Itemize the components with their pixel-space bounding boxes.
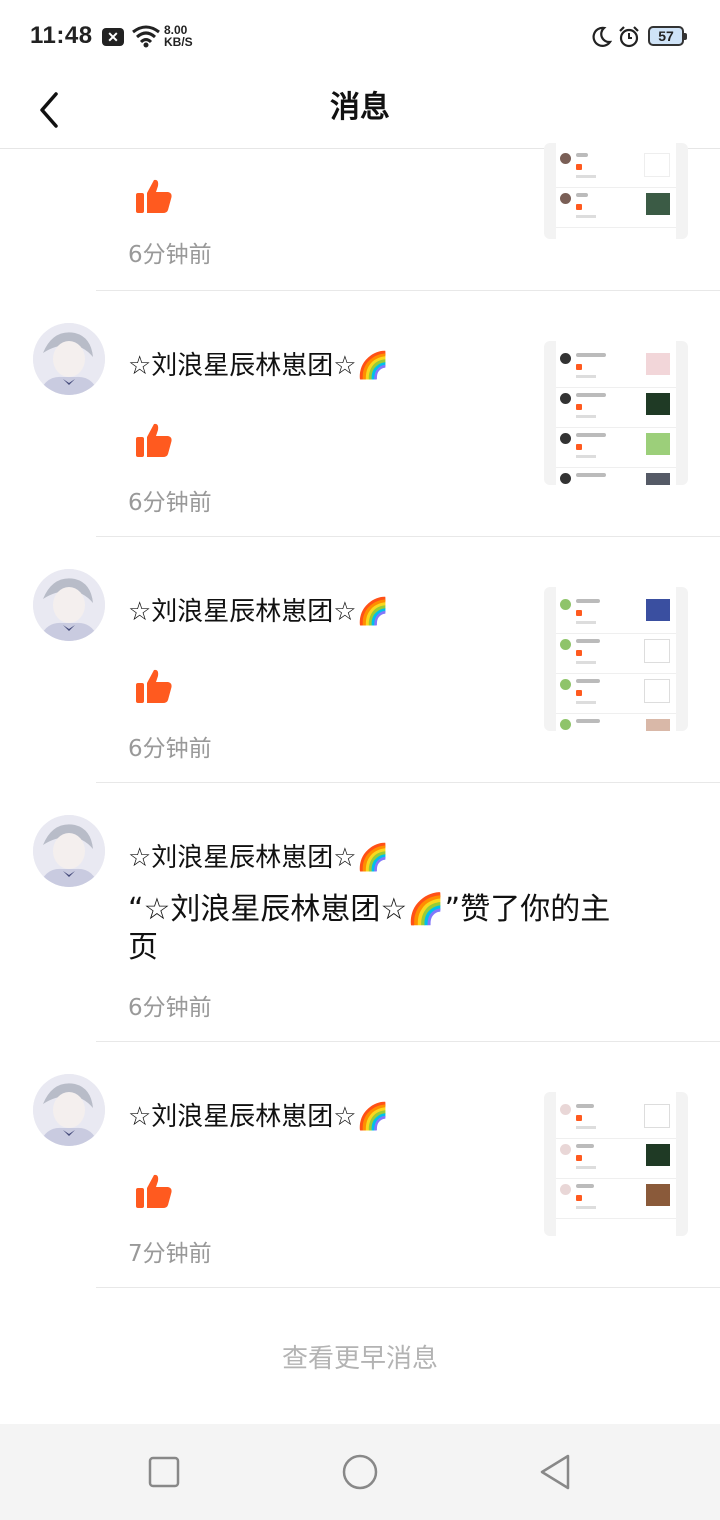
home-circle-icon[interactable] <box>340 1452 380 1492</box>
thumbs-up-icon <box>136 423 172 457</box>
content-preview[interactable] <box>544 587 688 731</box>
wifi-icon <box>132 25 160 48</box>
message-item[interactable]: ☆刘浪星辰林崽团☆🌈 6分钟前 <box>0 537 720 782</box>
top-nav-bar: 消息 <box>0 72 720 149</box>
sender-name: ☆刘浪星辰林崽团☆🌈 <box>128 597 389 627</box>
status-time: 11:48 <box>30 22 93 49</box>
content-preview[interactable] <box>544 341 688 485</box>
sender-name: ☆刘浪星辰林崽团☆🌈 <box>128 351 389 381</box>
avatar[interactable] <box>33 569 105 641</box>
status-bar: 11:48 ✕ 8.00 KB/S 57 <box>0 0 720 72</box>
view-earlier-messages-button[interactable]: 查看更早消息 <box>0 1338 720 1375</box>
thumbs-up-icon <box>136 1174 172 1208</box>
message-time: 6分钟前 <box>128 242 212 268</box>
thumbs-up-icon <box>136 669 172 703</box>
system-navigation-bar <box>0 1424 720 1520</box>
avatar[interactable] <box>33 1074 105 1146</box>
back-triangle-icon[interactable] <box>536 1452 576 1492</box>
thumbs-up-icon <box>136 179 172 213</box>
message-time: 6分钟前 <box>128 736 212 762</box>
message-item[interactable]: ☆刘浪星辰林崽团☆🌈 “☆刘浪星辰林崽团☆🌈”赞了你的主页 6分钟前 <box>0 783 720 1041</box>
sender-name: ☆刘浪星辰林崽团☆🌈 <box>128 1102 389 1132</box>
content-preview[interactable] <box>544 1092 688 1236</box>
battery-icon: 57 <box>648 26 687 46</box>
message-item[interactable]: ☆刘浪星辰林崽团☆🌈 7分钟前 <box>0 1042 720 1287</box>
close-box-icon: ✕ <box>102 28 124 46</box>
recents-square-icon[interactable] <box>144 1452 184 1492</box>
message-time: 7分钟前 <box>128 1241 212 1267</box>
sender-name: ☆刘浪星辰林崽团☆🌈 <box>128 843 389 873</box>
content-preview[interactable] <box>544 143 688 239</box>
message-time: 6分钟前 <box>128 490 212 516</box>
message-text: “☆刘浪星辰林崽团☆🌈”赞了你的主页 <box>128 892 611 965</box>
avatar[interactable] <box>33 815 105 887</box>
avatar[interactable] <box>33 323 105 395</box>
message-item[interactable]: ☆刘浪星辰林崽团☆🌈 6分钟前 <box>0 291 720 536</box>
moon-icon <box>592 26 612 47</box>
alarm-icon <box>619 26 639 48</box>
message-time: 6分钟前 <box>128 995 212 1021</box>
net-speed-unit: KB/S <box>164 35 193 49</box>
message-item[interactable]: 6分钟前 <box>0 143 720 290</box>
page-title: 消息 <box>330 90 390 125</box>
net-speed: 8.00 KB/S <box>164 24 193 48</box>
divider <box>96 1287 720 1288</box>
